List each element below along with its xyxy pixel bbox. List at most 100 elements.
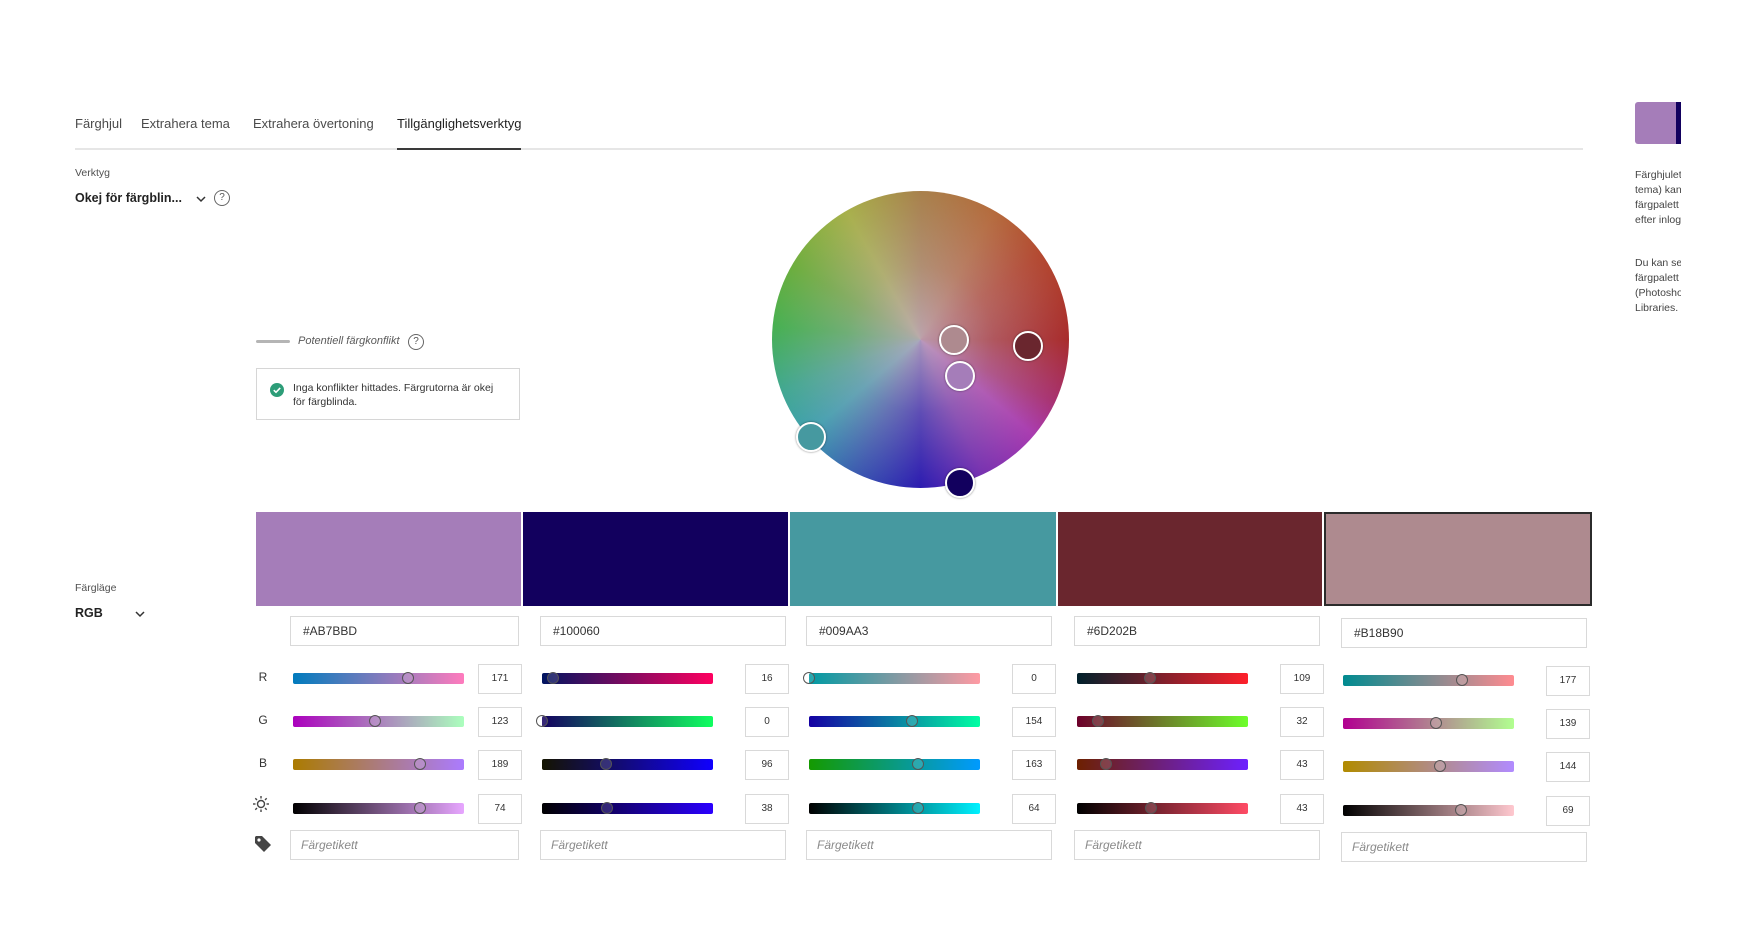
green-slider-thumb-4 — [1092, 715, 1105, 727]
hex-input-4[interactable] — [1074, 616, 1320, 646]
color-swatch-5[interactable] — [1324, 512, 1592, 606]
color-tag-input-2[interactable] — [540, 830, 786, 860]
brightness-value-3[interactable]: 64 — [1012, 794, 1056, 824]
blue-value-4[interactable]: 43 — [1280, 750, 1324, 780]
green-slider-thumb-2 — [536, 715, 548, 727]
green-slider-3[interactable] — [809, 715, 980, 727]
brightness-slider-thumb-2 — [600, 802, 613, 814]
brightness-slider-3[interactable] — [809, 802, 980, 814]
blue-slider-1[interactable] — [293, 758, 464, 770]
green-slider-thumb-1 — [369, 715, 382, 727]
tool-help-icon[interactable]: ? — [214, 190, 230, 206]
right-swatch-color-1 — [1635, 102, 1676, 144]
red-slider-5[interactable] — [1343, 674, 1514, 686]
wheel-handle-base[interactable] — [939, 325, 969, 355]
green-slider-thumb-5 — [1430, 717, 1443, 729]
hex-input-1[interactable] — [290, 616, 519, 646]
color-tag-input-4[interactable] — [1074, 830, 1320, 860]
green-slider-2[interactable] — [536, 715, 713, 727]
row-label-r: R — [258, 670, 268, 684]
brightness-slider-1[interactable] — [293, 802, 464, 814]
blue-slider-thumb-2 — [600, 758, 613, 770]
green-slider-1[interactable] — [293, 715, 464, 727]
brightness-value-1[interactable]: 74 — [478, 794, 522, 824]
tab-accessibility-tools[interactable]: Tillgänglighetsverktyg — [397, 116, 522, 131]
blue-slider-5[interactable] — [1343, 760, 1514, 772]
conflict-status-text: Inga konflikter hittades. Färgrutorna är… — [293, 382, 494, 408]
color-mode-dropdown[interactable]: RGB — [75, 606, 146, 620]
green-value-3[interactable]: 154 — [1012, 707, 1056, 737]
color-tag-input-3[interactable] — [806, 830, 1052, 860]
chevron-down-icon — [196, 196, 206, 202]
chevron-down-icon — [135, 611, 145, 617]
wheel-handle-2[interactable] — [945, 468, 975, 498]
active-tab-indicator — [397, 148, 521, 150]
red-value-2[interactable]: 16 — [745, 664, 789, 694]
blue-slider-thumb-1 — [413, 758, 426, 770]
hex-input-3[interactable] — [806, 616, 1052, 646]
red-slider-thumb-1 — [401, 672, 414, 684]
wheel-handle-1[interactable] — [945, 361, 975, 391]
color-swatch-2[interactable] — [523, 512, 788, 606]
green-value-2[interactable]: 0 — [745, 707, 789, 737]
tab-extract-gradient[interactable]: Extrahera övertoning — [253, 116, 374, 131]
right-panel-text-1: Färghjulet tema) kan färgpalett efter in… — [1635, 169, 1681, 226]
green-slider-5[interactable] — [1343, 717, 1514, 729]
red-value-4[interactable]: 109 — [1280, 664, 1324, 694]
color-tag-input-5[interactable] — [1341, 832, 1587, 862]
red-slider-thumb-2 — [546, 672, 559, 684]
color-swatch-1[interactable] — [256, 512, 521, 606]
tool-dropdown[interactable]: Okej för färgblin... — [75, 191, 207, 205]
hex-input-5[interactable] — [1341, 618, 1587, 648]
blue-slider-4[interactable] — [1077, 758, 1248, 770]
tab-bar: Färghjul Extrahera tema Extrahera överto… — [75, 112, 1583, 150]
brightness-slider-5[interactable] — [1343, 804, 1514, 816]
brightness-slider-4[interactable] — [1077, 802, 1248, 814]
blue-value-5[interactable]: 144 — [1546, 752, 1590, 782]
color-swatch-3[interactable] — [790, 512, 1056, 606]
row-label-g: G — [258, 713, 268, 727]
red-value-1[interactable]: 171 — [478, 664, 522, 694]
red-slider-2[interactable] — [542, 672, 713, 684]
blue-slider-2[interactable] — [542, 758, 713, 770]
brightness-value-4[interactable]: 43 — [1280, 794, 1324, 824]
red-value-3[interactable]: 0 — [1012, 664, 1056, 694]
red-slider-thumb-4 — [1144, 672, 1157, 684]
blue-value-3[interactable]: 163 — [1012, 750, 1056, 780]
tool-label: Verktyg — [75, 167, 111, 179]
blue-slider-thumb-4 — [1099, 758, 1112, 770]
color-tag-input-1[interactable] — [290, 830, 519, 860]
green-slider-4[interactable] — [1077, 715, 1248, 727]
blue-value-2[interactable]: 96 — [745, 750, 789, 780]
blue-slider-3[interactable] — [809, 758, 980, 770]
green-value-4[interactable]: 32 — [1280, 707, 1324, 737]
hex-input-2[interactable] — [540, 616, 786, 646]
brightness-slider-thumb-3 — [912, 802, 925, 814]
brightness-value-5[interactable]: 69 — [1546, 796, 1590, 826]
brightness-slider-thumb-1 — [413, 802, 426, 814]
blue-slider-thumb-3 — [912, 758, 925, 770]
color-swatch-4[interactable] — [1058, 512, 1322, 606]
tab-color-wheel[interactable]: Färghjul — [75, 116, 122, 131]
blue-value-1[interactable]: 189 — [478, 750, 522, 780]
red-slider-thumb-5 — [1455, 674, 1468, 686]
brightness-slider-thumb-5 — [1454, 804, 1467, 816]
color-mode-value: RGB — [75, 606, 103, 620]
green-value-5[interactable]: 139 — [1546, 709, 1590, 739]
brightness-slider-thumb-4 — [1144, 802, 1157, 814]
brightness-slider-2[interactable] — [542, 802, 713, 814]
right-swatch-color-2 — [1676, 102, 1681, 144]
wheel-handle-4[interactable] — [1013, 331, 1043, 361]
tab-extract-theme[interactable]: Extrahera tema — [141, 116, 230, 131]
conflict-legend-text: Potentiell färgkonflikt — [298, 335, 400, 347]
red-slider-4[interactable] — [1077, 672, 1248, 684]
green-value-1[interactable]: 123 — [478, 707, 522, 737]
blue-slider-thumb-5 — [1433, 760, 1446, 772]
red-value-5[interactable]: 177 — [1546, 666, 1590, 696]
red-slider-3[interactable] — [803, 672, 980, 684]
conflict-help-icon[interactable]: ? — [408, 334, 424, 350]
red-slider-1[interactable] — [293, 672, 464, 684]
brightness-value-2[interactable]: 38 — [745, 794, 789, 824]
right-panel-swatch[interactable] — [1635, 102, 1681, 144]
wheel-handle-3[interactable] — [796, 422, 826, 452]
